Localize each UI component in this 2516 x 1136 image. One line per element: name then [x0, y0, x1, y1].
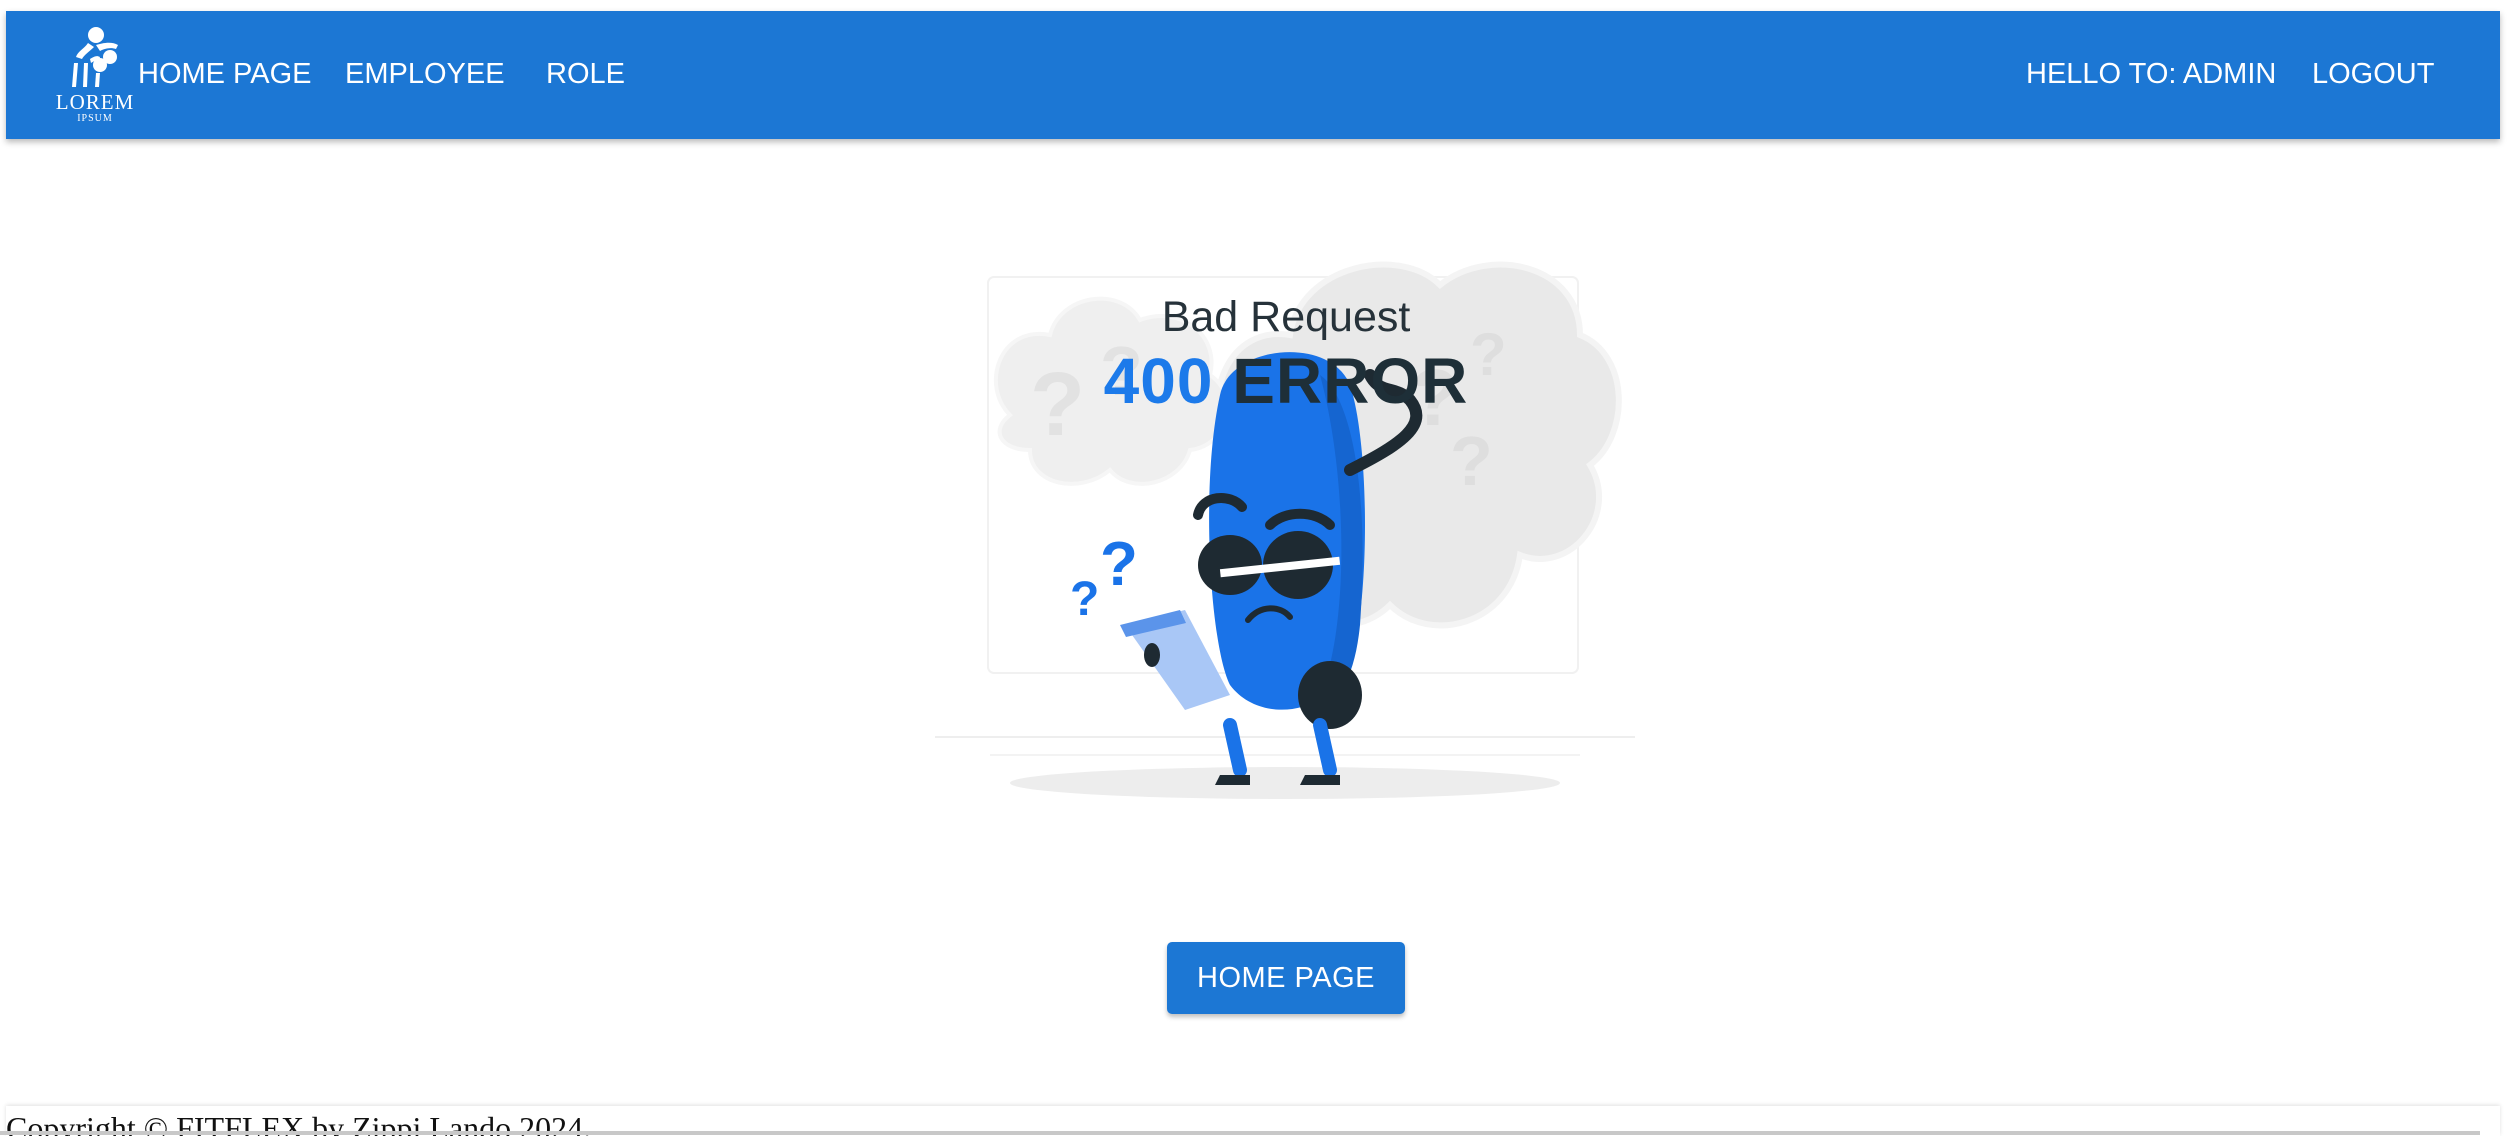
error-number: 400 [1103, 345, 1214, 417]
logo[interactable]: LOREM IPSUM [52, 27, 138, 131]
error-title: Bad Request [1161, 293, 1411, 341]
svg-text:?: ? [1450, 422, 1493, 500]
svg-text:?: ? [1070, 573, 1099, 626]
error-code: 400 ERROR [930, 345, 1642, 417]
nav-role[interactable]: ROLE [546, 57, 625, 91]
people-logo-icon [72, 27, 118, 87]
horizontal-scrollbar[interactable] [0, 1131, 2480, 1135]
nav-home-page[interactable]: HOME PAGE [138, 57, 312, 91]
home-page-button[interactable]: HOME PAGE [1167, 942, 1405, 1014]
logo-text: LOREM [55, 90, 135, 114]
svg-text:?: ? [1100, 530, 1138, 599]
nav-employee[interactable]: EMPLOYEE [345, 57, 505, 91]
greeting-text: HELLO TO: ADMIN [2026, 58, 2277, 90]
logo-subtext: IPSUM [77, 113, 113, 124]
logout-button[interactable]: LOGOUT [2312, 57, 2434, 91]
error-word: ERROR [1232, 345, 1469, 417]
top-app-bar: LOREM IPSUM HOME PAGE EMPLOYEE ROLE HELL… [6, 11, 2500, 139]
